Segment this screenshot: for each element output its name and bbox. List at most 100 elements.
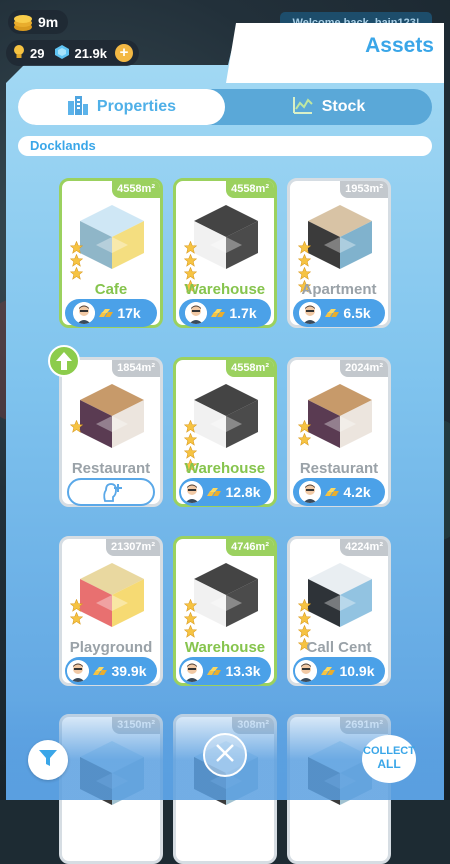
add-manager-icon [103, 483, 122, 502]
room-illustration [80, 741, 144, 805]
room-illustration [80, 384, 144, 448]
income-value: 13.3k [225, 663, 261, 679]
collect-income-button[interactable]: 1.7k [179, 299, 271, 327]
money-counter: 9m [8, 10, 69, 34]
room-illustration [308, 384, 372, 448]
area-badge: 2024m² [340, 360, 388, 377]
income-value: 6.5k [343, 305, 371, 321]
area-badge: 308m² [232, 717, 274, 734]
star-rating [70, 420, 83, 433]
buildings-icon [67, 95, 89, 120]
property-card[interactable]: 2691m² [287, 714, 391, 864]
gold-bars-icon [325, 488, 340, 496]
close-button[interactable] [203, 733, 247, 777]
property-name: Call Cent [306, 639, 372, 656]
property-card[interactable]: 3150m² [59, 714, 163, 864]
collect-income-button[interactable]: 12.8k [179, 478, 271, 506]
star-rating [70, 241, 83, 280]
collect-income-button[interactable]: 17k [65, 299, 157, 327]
income-value: 12.8k [225, 484, 261, 500]
tab-stock-label: Stock [321, 98, 366, 115]
property-card[interactable]: 21307m² Playground 39.9k [59, 536, 163, 686]
manager-avatar-icon [67, 660, 90, 682]
gold-bars-icon [321, 667, 336, 675]
area-badge: 21307m² [105, 539, 160, 556]
filter-icon [37, 747, 59, 774]
property-card[interactable]: 1953m² Apartment 6.5k [287, 178, 391, 328]
income-value: 17k [117, 305, 141, 321]
gold-bars-icon [99, 309, 114, 317]
area-badge: 4558m² [226, 181, 274, 198]
area-badge: 3150m² [112, 717, 160, 734]
area-badge: 4558m² [112, 181, 160, 198]
star-rating [184, 599, 197, 638]
collect-label-2: ALL [377, 757, 401, 771]
lightbulb-icon [12, 44, 26, 63]
property-card[interactable]: 4224m² Call Cent 10.9k [287, 536, 391, 686]
property-card[interactable]: 4558m² Warehouse 1.7k [173, 178, 277, 328]
tab-properties-label: Properties [96, 98, 177, 115]
room-illustration [194, 205, 258, 269]
manager-avatar-icon [295, 660, 318, 682]
property-card[interactable]: 2024m² Restaurant 4.2k [287, 357, 391, 507]
property-card[interactable]: 4746m² Warehouse 13.3k [173, 536, 277, 686]
gold-bars-icon [207, 667, 222, 675]
income-value: 39.9k [111, 663, 147, 679]
area-badge: 1854m² [112, 360, 160, 377]
collect-income-button[interactable]: 39.9k [65, 657, 157, 685]
manager-avatar-icon [181, 481, 204, 503]
property-card[interactable]: 1854m² Restaurant [59, 357, 163, 507]
resource-bar: 29 21.9k + [6, 40, 140, 66]
property-card[interactable]: 4558m² Warehouse 12.8k [173, 357, 277, 507]
manager-avatar-icon [299, 481, 322, 503]
gem-count: 21.9k [74, 45, 108, 61]
upgrade-arrow-button[interactable] [48, 345, 80, 377]
room-illustration [194, 384, 258, 448]
star-rating [298, 420, 311, 446]
collect-income-button[interactable]: 10.9k [293, 657, 385, 685]
area-badge: 4746m² [226, 539, 274, 556]
close-icon [213, 741, 237, 770]
collect-income-button[interactable]: 4.2k [293, 478, 385, 506]
region-header: Docklands [18, 136, 432, 156]
gem-icon [54, 44, 70, 63]
star-rating [70, 599, 83, 625]
area-badge: 2691m² [340, 717, 388, 734]
property-name: Warehouse [184, 460, 266, 477]
room-illustration [80, 205, 144, 269]
gold-bars-icon [211, 309, 226, 317]
room-illustration [194, 563, 258, 627]
property-name: Restaurant [71, 460, 151, 477]
income-value: 10.9k [339, 663, 375, 679]
room-illustration [80, 563, 144, 627]
page-title: Assets [365, 34, 434, 57]
coin-stack-icon [12, 12, 34, 32]
income-value: 4.2k [343, 484, 371, 500]
collect-all-button[interactable]: COLLECT ALL [362, 735, 416, 783]
manager-avatar-icon [185, 302, 208, 324]
hire-manager-button[interactable] [67, 478, 155, 506]
bulb-count: 29 [30, 45, 45, 61]
property-name: Playground [69, 639, 153, 656]
filter-button[interactable] [28, 740, 68, 780]
gold-bars-icon [325, 309, 340, 317]
manager-avatar-icon [73, 302, 96, 324]
income-value: 1.7k [229, 305, 257, 321]
manager-avatar-icon [181, 660, 204, 682]
stock-chart-icon [292, 95, 314, 120]
room-illustration [308, 563, 372, 627]
manager-avatar-icon [299, 302, 322, 324]
tab-stock[interactable]: Stock [225, 89, 432, 125]
property-card[interactable]: 4558m² Cafe 17k [59, 178, 163, 328]
collect-income-button[interactable]: 13.3k [179, 657, 271, 685]
tab-properties[interactable]: Properties [18, 89, 225, 125]
property-name: Cafe [94, 281, 128, 298]
collect-income-button[interactable]: 6.5k [293, 299, 385, 327]
area-badge: 1953m² [340, 181, 388, 198]
area-badge: 4558m² [226, 360, 274, 377]
property-name: Restaurant [299, 460, 379, 477]
tab-bar: Properties Stock [18, 89, 432, 125]
property-name: Warehouse [184, 281, 266, 298]
add-currency-button[interactable]: + [115, 44, 134, 62]
gold-bars-icon [93, 667, 108, 675]
